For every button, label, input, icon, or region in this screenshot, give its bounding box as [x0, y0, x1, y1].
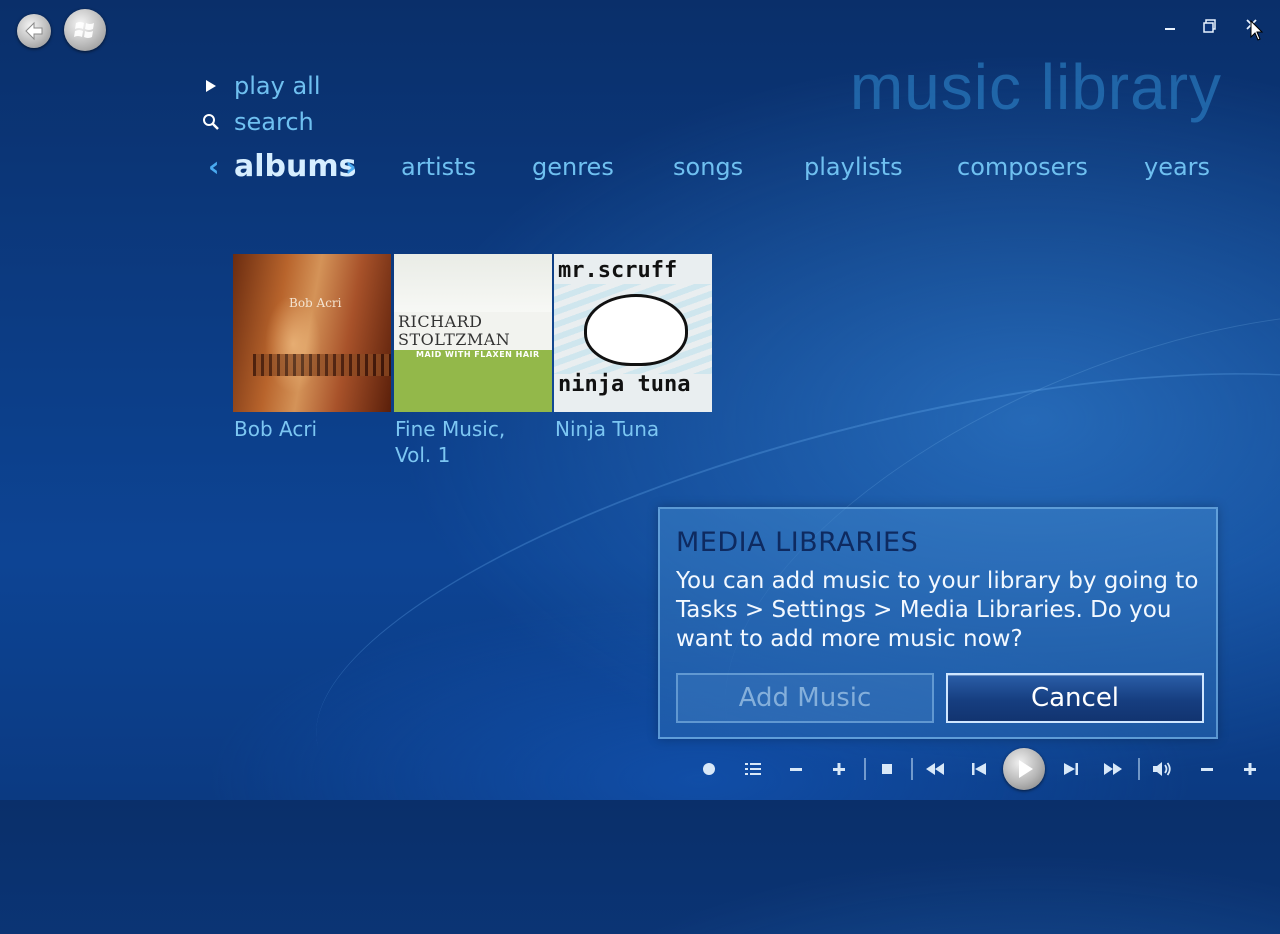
minimize-button[interactable]	[1159, 16, 1181, 36]
album-tile-bob-acri[interactable]: Bob Acri Bob Acri	[233, 254, 391, 442]
album-name: Ninja Tuna	[555, 417, 660, 441]
restore-icon	[1203, 19, 1216, 33]
rewind-icon	[926, 763, 944, 775]
plus-icon	[1244, 763, 1256, 775]
album-cover: mr.scruff ninja tuna	[554, 254, 712, 412]
guide-button[interactable]	[740, 756, 766, 782]
search-button[interactable]: search	[200, 108, 314, 136]
album-name: Fine Music, Vol. 1	[394, 416, 552, 468]
cover-text: ninja tuna	[558, 372, 691, 397]
restore-button[interactable]	[1199, 16, 1221, 36]
dialog-message: You can add music to your library by goi…	[676, 568, 1199, 652]
dialog-heading: MEDIA LIBRARIES	[676, 527, 919, 558]
chevron-right-icon[interactable]: ›	[345, 148, 357, 186]
cancel-button[interactable]: Cancel	[946, 673, 1204, 723]
album-tile-fine-music[interactable]: RICHARD STOLTZMAN MAID WITH FLAXEN HAIR …	[394, 254, 552, 468]
album-tile-ninja-tuna[interactable]: mr.scruff ninja tuna Ninja Tuna	[554, 254, 712, 442]
skip-back-icon	[972, 763, 986, 775]
chevron-left-icon[interactable]: ‹	[208, 148, 220, 186]
tab-years[interactable]: years	[1144, 148, 1210, 186]
tab-albums[interactable]: albums	[234, 148, 356, 186]
piano-keys-art	[253, 354, 391, 376]
tab-composers[interactable]: composers	[957, 148, 1088, 186]
record-button[interactable]	[696, 756, 722, 782]
skip-forward-icon	[1064, 763, 1078, 775]
back-button[interactable]	[17, 14, 51, 48]
album-name-line: Fine Music,	[395, 417, 506, 441]
tab-genres[interactable]: genres	[532, 148, 614, 186]
album-name: Bob Acri	[234, 417, 318, 441]
speaker-icon	[1153, 762, 1171, 776]
page-title: music library	[849, 51, 1222, 123]
next-button[interactable]	[1058, 756, 1084, 782]
tab-playlists[interactable]: playlists	[804, 148, 903, 186]
stop-button[interactable]	[874, 756, 900, 782]
start-button[interactable]	[64, 9, 106, 51]
minimize-icon	[1165, 28, 1175, 30]
cover-text: Bob Acri	[289, 296, 342, 310]
windows-logo-icon	[74, 22, 94, 38]
list-icon	[745, 763, 761, 775]
play-all-label: play all	[234, 72, 321, 100]
play-button[interactable]	[1003, 748, 1045, 790]
stop-icon	[882, 764, 892, 774]
transport-separator	[1138, 758, 1140, 780]
tab-artists[interactable]: artists	[401, 148, 476, 186]
cover-text: RICHARD	[398, 312, 483, 331]
search-icon	[200, 113, 222, 131]
mouse-cursor-icon	[1250, 20, 1264, 41]
volume-down-button[interactable]	[1194, 756, 1220, 782]
cover-text: mr.scruff	[558, 258, 678, 283]
cover-subtitle: MAID WITH FLAXEN HAIR	[416, 350, 540, 359]
minus-icon	[790, 768, 802, 771]
previous-button[interactable]	[966, 756, 992, 782]
play-icon	[200, 79, 222, 93]
mute-button[interactable]	[1149, 756, 1175, 782]
cover-art-top	[394, 254, 552, 312]
cover-art-bottom	[394, 350, 552, 412]
tab-songs[interactable]: songs	[673, 148, 743, 186]
cover-blob-art	[584, 294, 688, 366]
search-label: search	[234, 108, 314, 136]
add-music-button[interactable]: Add Music	[676, 673, 934, 723]
fast-forward-icon	[1104, 763, 1122, 775]
plus-icon	[833, 763, 845, 775]
transport-separator	[911, 758, 913, 780]
back-arrow-icon	[25, 21, 43, 41]
play-icon	[1019, 760, 1033, 778]
record-icon	[703, 763, 715, 775]
transport-separator	[864, 758, 866, 780]
volume-up-button[interactable]	[1237, 756, 1263, 782]
album-name-line: Vol. 1	[395, 443, 451, 467]
channel-up-button[interactable]	[826, 756, 852, 782]
category-nav: ‹ albums › artists genres songs playlist…	[0, 148, 1280, 188]
channel-down-button[interactable]	[783, 756, 809, 782]
play-all-button[interactable]: play all	[200, 72, 320, 100]
cover-text: STOLTZMAN	[398, 330, 511, 349]
fast-forward-button[interactable]	[1100, 756, 1126, 782]
rewind-button[interactable]	[922, 756, 948, 782]
minus-icon	[1201, 768, 1213, 771]
album-cover: Bob Acri	[233, 254, 391, 412]
media-libraries-dialog: MEDIA LIBRARIES You can add music to you…	[658, 507, 1218, 739]
album-cover: RICHARD STOLTZMAN MAID WITH FLAXEN HAIR	[394, 254, 552, 412]
